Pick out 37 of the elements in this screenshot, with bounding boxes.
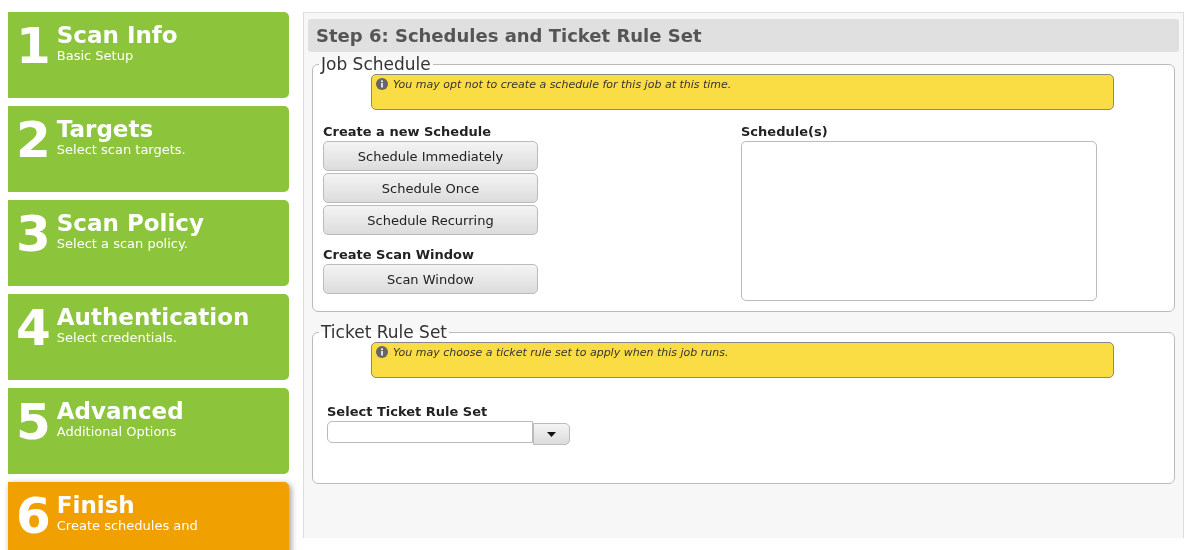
info-icon (376, 346, 388, 358)
info-text: You may opt not to create a schedule for this job at this time. (393, 78, 732, 91)
step-number: 3 (16, 210, 51, 265)
panel-title: Step 6: Schedules and Ticket Rule Set (308, 19, 1179, 52)
section-label: Create Scan Window (323, 247, 476, 262)
step-number: 2 (16, 116, 51, 171)
step-subtitle: Select credentials. (56, 330, 178, 346)
scan-window-button[interactable]: Scan Window (323, 264, 538, 294)
info-text: You may choose a ticket rule set to apply when this job runs. (393, 346, 729, 359)
section-label: Create a new Schedule (323, 124, 492, 139)
step-title: Scan Info (56, 22, 178, 48)
info-icon (376, 78, 388, 90)
group-legend: Job Schedule (319, 54, 433, 74)
group-legend: Ticket Rule Set (319, 322, 450, 342)
step-title: Targets (56, 116, 155, 142)
schedule-button[interactable]: Schedule Once (323, 173, 538, 203)
schedule-button[interactable]: Schedule Immediately (323, 141, 538, 171)
step-title: Advanced (56, 398, 184, 424)
step-title: Scan Policy (56, 210, 204, 236)
step-subtitle: Additional Options (56, 424, 178, 440)
schedule-button[interactable]: Schedule Recurring (323, 205, 538, 235)
step-subtitle: Create schedules and (56, 518, 198, 534)
step-subtitle: Basic Setup (56, 48, 135, 64)
section-label: Schedule(s) (741, 124, 829, 139)
caret-icon (547, 431, 556, 437)
step-subtitle: Select scan targets. (56, 142, 186, 158)
step-subtitle: Select a scan policy. (56, 236, 189, 252)
field-label: Select Ticket Rule Set (327, 404, 489, 419)
schedules-list[interactable] (741, 141, 1097, 301)
step-number: 6 (16, 492, 51, 547)
step-title: Authentication (56, 304, 250, 330)
dropdown-button[interactable] (533, 423, 570, 445)
step-number: 1 (16, 22, 51, 77)
step-number: 4 (16, 304, 51, 359)
step-title: Finish (56, 492, 136, 518)
ticket-rule-field[interactable] (327, 421, 533, 443)
step-number: 5 (16, 398, 51, 453)
